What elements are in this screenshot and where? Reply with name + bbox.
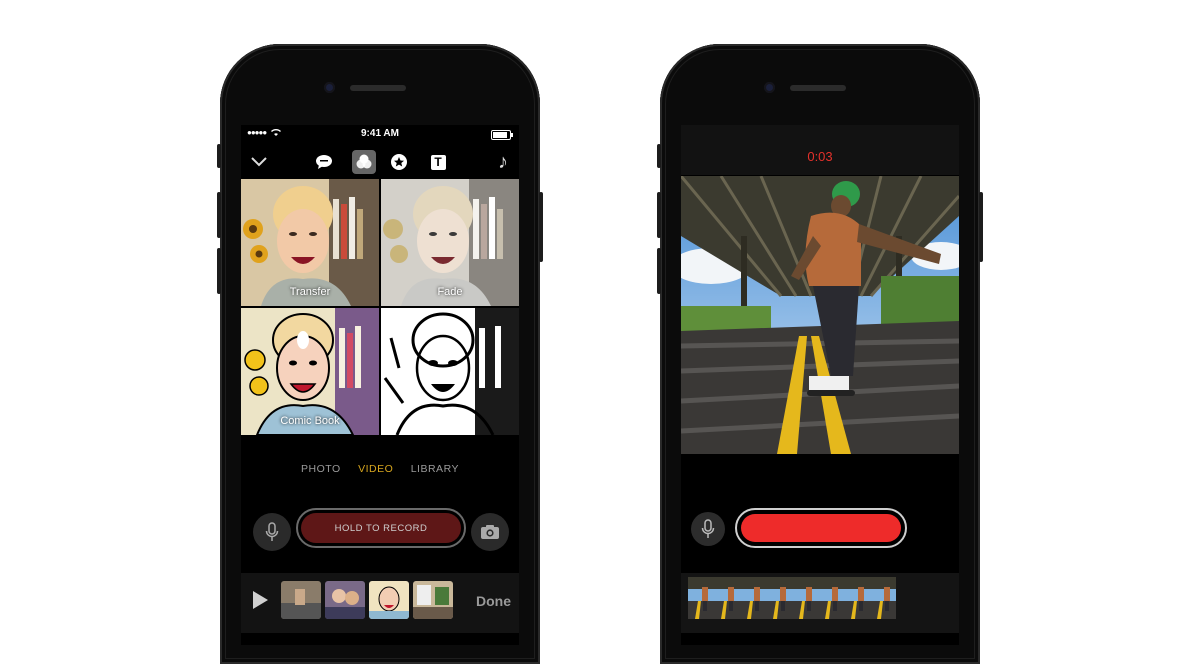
video-preview	[681, 176, 959, 454]
record-button-active[interactable]	[735, 508, 907, 548]
strip-frame	[844, 577, 870, 619]
text-icon[interactable]: T	[426, 150, 450, 174]
recording-timer: 0:03	[807, 149, 833, 164]
strip-frame	[714, 577, 740, 619]
timeline-clip[interactable]	[413, 581, 453, 619]
strip-frame	[740, 577, 766, 619]
timeline-clip[interactable]	[325, 581, 365, 619]
status-time: 9:41 AM	[361, 128, 399, 139]
front-camera	[324, 82, 335, 93]
mute-switch	[217, 144, 221, 168]
timeline-clip[interactable]	[369, 581, 409, 619]
filters-icon[interactable]	[352, 150, 376, 174]
record-controls: HOLD TO RECORD	[241, 507, 519, 557]
earpiece-speaker	[790, 85, 846, 91]
capture-mode-selector: PHOTO VIDEO LIBRARY	[241, 463, 519, 475]
microphone-button[interactable]	[691, 512, 725, 546]
chevron-down-icon[interactable]	[247, 150, 271, 174]
mode-photo[interactable]: PHOTO	[301, 463, 341, 475]
record-indicator	[741, 514, 901, 542]
phone-left: ●●●●● 9:41 AM T ♪ Transfer Fade Comic Bo…	[217, 44, 543, 664]
flip-camera-button[interactable]	[471, 513, 509, 551]
power-button	[539, 192, 543, 262]
filter-label: Comic Book	[280, 415, 340, 427]
microphone-icon	[265, 522, 279, 541]
record-controls	[681, 507, 959, 555]
volume-down-button	[657, 248, 661, 294]
volume-down-button	[217, 248, 221, 294]
microphone-button[interactable]	[253, 513, 291, 551]
filter-transfer[interactable]: Transfer	[241, 179, 379, 306]
frame-strip	[688, 577, 896, 619]
play-icon[interactable]	[253, 591, 268, 609]
mode-video[interactable]: VIDEO	[358, 463, 393, 475]
speech-bubble-icon[interactable]	[312, 150, 336, 174]
volume-up-button	[657, 192, 661, 238]
status-bar: ●●●●● 9:41 AM	[241, 125, 519, 143]
strip-frame	[792, 577, 818, 619]
hold-to-record-label: HOLD TO RECORD	[301, 513, 461, 543]
battery-icon	[491, 130, 513, 140]
filter-sketch[interactable]	[381, 308, 519, 435]
strip-frame	[766, 577, 792, 619]
power-button	[979, 192, 983, 262]
strip-frame	[818, 577, 844, 619]
filter-label: Transfer	[289, 286, 331, 298]
filter-grid: Transfer Fade Comic Book	[241, 179, 519, 455]
mode-library[interactable]: LIBRARY	[411, 463, 459, 475]
filter-label: Fade	[437, 286, 463, 298]
strip-frame	[870, 577, 896, 619]
recording-timeline	[681, 573, 959, 633]
recording-screen: 0:03	[681, 125, 959, 645]
phone-right: 0:03	[657, 44, 983, 664]
hold-to-record-button[interactable]: HOLD TO RECORD	[296, 508, 466, 548]
mute-switch	[657, 144, 661, 168]
filter-fade[interactable]: Fade	[381, 179, 519, 306]
music-note-icon[interactable]: ♪	[491, 150, 515, 174]
camera-flip-icon	[481, 525, 499, 539]
earpiece-speaker	[350, 85, 406, 91]
done-button[interactable]: Done	[476, 593, 511, 609]
strip-frame	[688, 577, 714, 619]
clips-camera-screen: ●●●●● 9:41 AM T ♪ Transfer Fade Comic Bo…	[241, 125, 519, 645]
star-icon[interactable]	[387, 150, 411, 174]
recording-header: 0:03	[681, 125, 959, 175]
volume-up-button	[217, 192, 221, 238]
timeline-clip[interactable]	[281, 581, 321, 619]
microphone-icon	[701, 519, 715, 538]
filter-comic-book[interactable]: Comic Book	[241, 308, 379, 435]
front-camera	[764, 82, 775, 93]
clip-timeline: Done	[241, 573, 519, 633]
top-toolbar: T ♪	[241, 145, 519, 179]
